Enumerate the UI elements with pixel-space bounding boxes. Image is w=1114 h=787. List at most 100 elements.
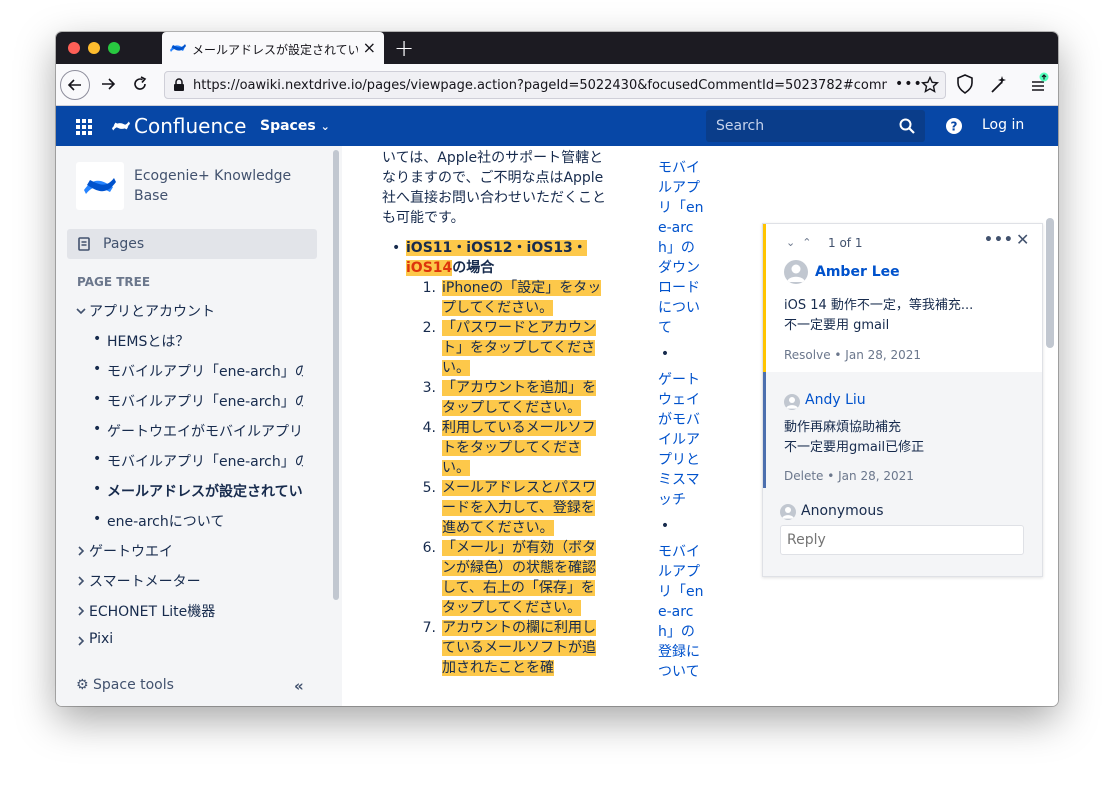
sidebar-item-pages[interactable]: Pages [67, 229, 317, 259]
minimize-window-button[interactable] [88, 42, 100, 54]
sidebar-tree-item-label: Pixi [89, 631, 114, 647]
related-page-link[interactable]: モバイルアプリ「ene-arch」の登録について [658, 542, 704, 682]
new-tab-button[interactable]: + [394, 34, 414, 62]
menu-hamburger-icon[interactable] [1030, 72, 1050, 94]
related-page-link[interactable]: モバイルアプリ「ene-arch」のダウンロードについて [658, 158, 704, 338]
sidebar-tree-item-label: モバイルアプリ「ene-arch」の [107, 364, 303, 380]
sidebar-tree-item[interactable]: Pixi [75, 631, 305, 653]
spaces-label: Spaces [260, 118, 316, 134]
sidebar-tree-item[interactable]: • HEMSとは？ [93, 331, 303, 353]
list-item: 4. 利用しているメールソフトをタップしてください。 [423, 418, 602, 478]
bullet-dot: • [392, 240, 401, 256]
spaces-menu-button[interactable]: Spaces ⌄ [260, 118, 330, 134]
chevron-right-icon[interactable] [75, 605, 87, 617]
ios-versions-text: iOS11・iOS12・iOS13・ [406, 240, 587, 256]
forward-arrow-icon [102, 78, 116, 90]
inline-comments-panel: ⌄ ⌃ 1 of 1 ••• ✕ Amber Lee iOS 14 動作不一定，… [762, 223, 1043, 577]
login-button[interactable]: Log in [982, 117, 1024, 133]
close-window-button[interactable] [68, 42, 80, 54]
search-input[interactable]: Search [706, 110, 925, 142]
reply-author[interactable]: Andy Liu [805, 392, 866, 408]
confluence-favicon-icon [170, 44, 186, 52]
sidebar-tree-item[interactable]: ECHONET Lite機器 [75, 601, 305, 623]
comment-card: ⌄ ⌃ 1 of 1 ••• ✕ Amber Lee iOS 14 動作不一定，… [763, 224, 1042, 372]
step-text: iPhoneの「設定」をタップしてください。 [442, 280, 602, 316]
space-tools-label: Space tools [93, 677, 174, 693]
sidebar-tree-item[interactable]: • ゲートウエイがモバイルアプリ [93, 421, 303, 443]
sidebar-tree-item[interactable]: • モバイルアプリ「ene-arch」の [93, 451, 303, 473]
sidebar-tree-item[interactable]: • ene-archについて [93, 511, 303, 533]
close-icon[interactable]: ✕ [1016, 230, 1029, 249]
lock-icon [174, 78, 184, 91]
confluence-logo-icon[interactable] [112, 117, 130, 135]
confluence-brand[interactable]: Confluence [134, 114, 246, 138]
comment-meta[interactable]: Resolve • Jan 28, 2021 [784, 348, 921, 362]
tab-close-icon[interactable]: × [363, 38, 376, 57]
sidebar-tree-item-label: ゲートウエイ [89, 544, 173, 560]
sidebar-scrollbar[interactable] [333, 150, 339, 600]
sidebar-tree-item-label: ene-archについて [107, 514, 225, 530]
sidebar-tree-item[interactable]: アプリとアカウント [75, 301, 305, 323]
avatar[interactable] [784, 394, 800, 410]
shield-icon[interactable] [956, 74, 974, 94]
sidebar-tree-item-label: アプリとアカウント [89, 304, 215, 320]
reload-icon [134, 76, 147, 90]
chevron-up-icon[interactable]: ⌃ [802, 236, 811, 249]
space-sidebar: Ecogenie+ Knowledge Base Pages PAGE TREE… [56, 146, 342, 706]
chevron-down-icon[interactable]: ⌄ [786, 236, 795, 249]
collapse-sidebar-button[interactable]: « [294, 677, 304, 695]
step-number: 2. [422, 320, 436, 336]
intro-paragraph: いては、Apple社のサポート管轄となりますので、ご不明な点はApple社へ直接… [382, 150, 606, 226]
sidebar-tree-item-label: ECHONET Lite機器 [89, 604, 216, 620]
space-avatar[interactable] [76, 162, 124, 210]
forward-button[interactable] [94, 70, 124, 100]
search-icon[interactable] [899, 118, 915, 134]
ios-section-heading: • iOS11・iOS12・iOS13・ iOS14の場合 [392, 238, 606, 278]
comment-nav-arrows[interactable]: ⌄ ⌃ [786, 236, 811, 249]
step-number: 5. [422, 480, 436, 496]
step-text: アカウントの欄に利用しているメールソフトが追加されたことを確 [442, 620, 596, 676]
sidebar-tree-item[interactable]: ゲートウエイ [75, 541, 305, 563]
space-name[interactable]: Ecogenie+ Knowledge Base [134, 166, 324, 206]
related-page-link[interactable]: ゲートウェイがモバイルアプリとミスマッチ [658, 370, 704, 510]
sidebar-tree-item[interactable]: • モバイルアプリ「ene-arch」の [93, 391, 303, 413]
step-text: 利用しているメールソフトをタップしてください。 [442, 420, 596, 476]
bookmark-star-icon[interactable] [921, 76, 939, 94]
extension-wand-icon[interactable] [990, 74, 1008, 94]
reload-button[interactable] [126, 70, 156, 100]
pages-label: Pages [103, 236, 145, 252]
list-item: 7. アカウントの欄に利用しているメールソフトが追加されたことを確 [423, 618, 602, 678]
step-number: 7. [422, 620, 436, 636]
steps-list: 1. iPhoneの「設定」をタップしてください。 2. 「パスワードとアカウント」を… [423, 278, 602, 678]
url-bar[interactable]: https://oawiki.nextdrive.io/pages/viewpa… [164, 71, 946, 99]
sidebar-tree-item[interactable]: スマートメーター [75, 571, 305, 593]
chevron-down-icon[interactable] [75, 305, 87, 317]
more-options-icon[interactable]: ••• [984, 232, 1014, 248]
avatar[interactable] [784, 260, 808, 284]
bullet-dot: • [93, 511, 102, 527]
content-scrollbar[interactable] [1046, 218, 1054, 348]
anonymous-label: Anonymous [801, 503, 884, 519]
step-text: 「メール」が有効（ボタンが緑色）の状態を確認して、右上の「保存」をタップしてくだ… [442, 540, 596, 616]
help-icon[interactable]: ? [946, 118, 962, 134]
sidebar-tree-item[interactable]: • メールアドレスが設定されてい [93, 481, 303, 503]
sidebar-tree-item[interactable]: • モバイルアプリ「ene-arch」の [93, 361, 303, 383]
app-switcher-icon[interactable] [76, 119, 92, 135]
maximize-window-button[interactable] [108, 42, 120, 54]
reply-input[interactable] [780, 525, 1024, 555]
list-item: 3. 「アカウントを追加」をタップしてください。 [423, 378, 602, 418]
step-number: 3. [422, 380, 436, 396]
chevron-right-icon[interactable] [75, 545, 87, 557]
space-tools-button[interactable]: ⚙ Space tools [76, 677, 174, 693]
browser-tab[interactable]: メールアドレスが設定されていま × [162, 32, 384, 64]
back-button[interactable] [60, 70, 90, 100]
chevron-down-icon: ⌄ [320, 120, 330, 133]
case-suffix-text: の場合 [452, 260, 495, 276]
bullet-dot: • [93, 361, 102, 377]
chevron-right-icon[interactable] [75, 635, 87, 647]
chevron-right-icon[interactable] [75, 575, 87, 587]
sidebar-tree-item-label: スマートメーター [89, 574, 201, 590]
page-actions-icon[interactable]: ••• [895, 76, 923, 92]
reply-meta[interactable]: Delete • Jan 28, 2021 [784, 469, 914, 483]
comment-author[interactable]: Amber Lee [815, 264, 900, 280]
